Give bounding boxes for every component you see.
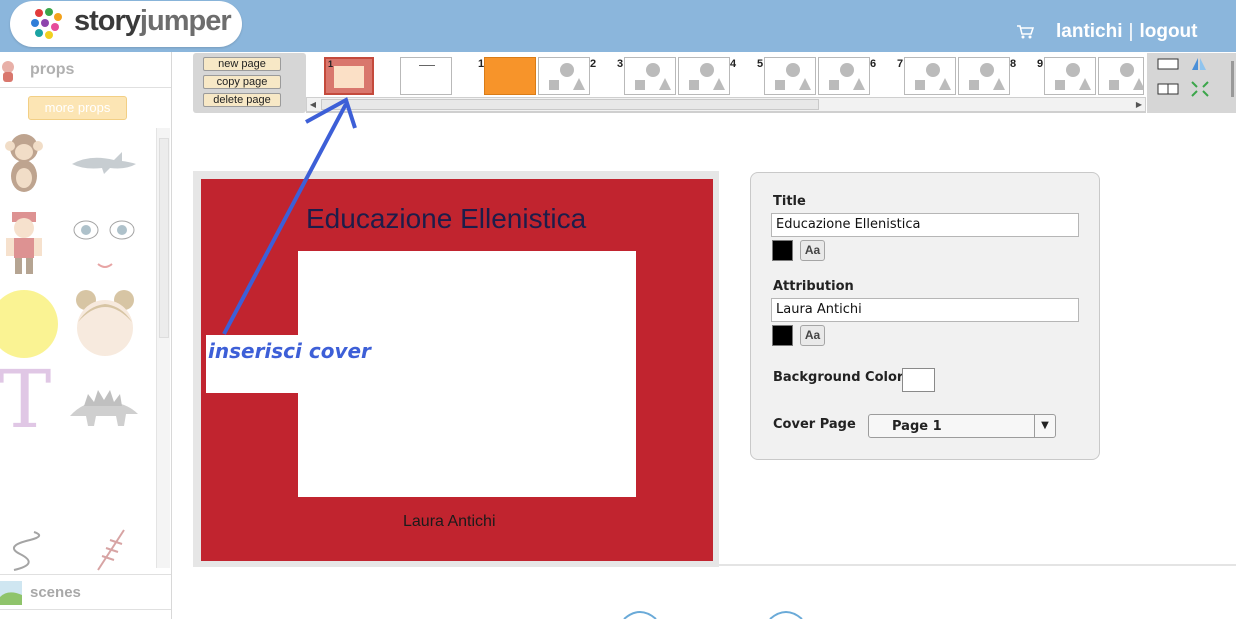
title-page-thumbnail[interactable] xyxy=(400,57,452,95)
page-number-3: 3 xyxy=(617,58,624,70)
scenes-section-header[interactable]: scenes xyxy=(0,574,171,610)
delete-page-button[interactable]: delete page xyxy=(203,93,281,107)
stitches-prop[interactable] xyxy=(94,528,128,572)
page-number-9: 9 xyxy=(1037,58,1044,70)
letter-t-prop[interactable]: T xyxy=(0,360,51,440)
cover-image-placeholder[interactable] xyxy=(298,251,636,497)
props-section-label: props xyxy=(30,61,75,78)
storyjumper-editor: storyjumper lantichi | logout props more p… xyxy=(0,0,1236,619)
props-scrollbar-thumb[interactable] xyxy=(159,138,169,338)
storyjumper-logo[interactable]: storyjumper xyxy=(10,1,242,47)
squiggle-prop[interactable] xyxy=(10,530,50,572)
shapes-placeholder-icon xyxy=(775,63,811,90)
attribution-input[interactable]: Laura Antichi xyxy=(771,298,1079,322)
logout-link[interactable]: logout xyxy=(1139,21,1197,42)
props-sidebar: props more props T scenes xyxy=(0,52,172,619)
copy-page-button[interactable]: copy page xyxy=(203,75,281,89)
logo-text: storyjumper xyxy=(74,5,232,38)
scenes-category-icon xyxy=(0,581,22,605)
scroll-right-arrow-icon[interactable]: ▶ xyxy=(1133,99,1145,110)
scroll-left-arrow-icon[interactable]: ◀ xyxy=(307,99,319,110)
view-tools-panel xyxy=(1147,53,1236,113)
attribution-font-button[interactable]: Aa xyxy=(800,325,825,346)
props-scrollbar[interactable] xyxy=(156,128,170,568)
background-color-swatch[interactable] xyxy=(902,368,935,392)
shapes-placeholder-icon xyxy=(689,63,725,90)
sun-prop[interactable] xyxy=(0,288,60,360)
chevron-down-icon[interactable]: ▼ xyxy=(1034,415,1055,437)
monkey-prop[interactable] xyxy=(2,130,46,198)
page-9-right-thumbnail[interactable] xyxy=(1098,57,1144,95)
props-grid: T xyxy=(0,128,150,619)
editor-divider xyxy=(719,564,1236,566)
more-props-button[interactable]: more props xyxy=(28,96,127,120)
title-input[interactable]: Educazione Ellenistica xyxy=(771,213,1079,237)
username-link[interactable]: lantichi xyxy=(1056,21,1123,42)
cover-page-select[interactable]: Page 1 ▼ xyxy=(868,414,1056,438)
shapes-placeholder-icon xyxy=(635,63,671,90)
logo-dots-icon xyxy=(31,8,62,39)
shapes-placeholder-icon xyxy=(1055,63,1091,90)
shapes-placeholder-icon xyxy=(969,63,1005,90)
top-header: storyjumper lantichi | logout xyxy=(0,0,1236,52)
shopping-cart-icon[interactable] xyxy=(1016,24,1034,40)
shapes-placeholder-icon xyxy=(915,63,951,90)
page-number-6: 6 xyxy=(870,58,877,70)
page-number-8: 8 xyxy=(1010,58,1017,70)
cover-title-text[interactable]: Educazione Ellenistica xyxy=(306,203,586,235)
bottom-nav-circle-right[interactable] xyxy=(766,610,806,619)
shark-prop[interactable] xyxy=(70,148,138,178)
title-color-swatch[interactable] xyxy=(772,240,793,261)
page-3-right-thumbnail[interactable] xyxy=(678,57,730,95)
shapes-placeholder-icon xyxy=(1109,63,1143,90)
cover-author-text[interactable]: Laura Antichi xyxy=(403,513,496,531)
nav-separator: | xyxy=(1128,21,1134,42)
bottom-nav-circle-left[interactable] xyxy=(620,610,660,619)
page-7-right-thumbnail[interactable] xyxy=(958,57,1010,95)
title-font-button[interactable]: Aa xyxy=(800,240,825,261)
logo-word-story: story xyxy=(74,5,141,37)
page-number-4: 4 xyxy=(730,58,737,70)
two-page-view-icon[interactable] xyxy=(1157,83,1179,95)
page-strip-scrollbar[interactable]: ◀ ▶ xyxy=(306,97,1146,112)
page-7-left-thumbnail[interactable] xyxy=(904,57,956,95)
title-label: Title xyxy=(773,194,806,209)
fit-screen-icon[interactable] xyxy=(1191,81,1209,97)
flip-icon[interactable] xyxy=(1191,57,1207,71)
page-number-7: 7 xyxy=(897,58,904,70)
zoom-slider[interactable] xyxy=(1231,61,1234,97)
girl-head-prop[interactable] xyxy=(72,288,138,358)
page-1-right-thumbnail[interactable] xyxy=(538,57,590,95)
props-section-header[interactable]: props xyxy=(0,52,171,88)
cover-thumbnail-number: 1 xyxy=(328,59,334,69)
attribution-label: Attribution xyxy=(773,279,854,294)
page-5-left-thumbnail[interactable] xyxy=(764,57,816,95)
scenes-section-label: scenes xyxy=(30,584,81,601)
background-color-label: Background Color xyxy=(773,370,904,385)
cover-thumbnail[interactable]: 1 xyxy=(324,57,374,95)
single-page-view-icon[interactable] xyxy=(1157,58,1179,70)
cartoon-eyes-prop[interactable] xyxy=(70,214,140,274)
shapes-placeholder-icon xyxy=(549,63,585,90)
page-number-2: 2 xyxy=(590,58,597,70)
page-5-right-thumbnail[interactable] xyxy=(818,57,870,95)
page-tools-panel: new page copy page delete page xyxy=(193,53,306,113)
page-9-left-thumbnail[interactable] xyxy=(1044,57,1096,95)
cover-page-label: Cover Page xyxy=(773,417,856,432)
logo-word-jumper: jumper xyxy=(139,5,232,37)
page-1-thumbnail[interactable] xyxy=(484,57,536,95)
stegosaurus-prop[interactable] xyxy=(66,380,142,430)
shapes-placeholder-icon xyxy=(829,63,865,90)
user-nav: lantichi | logout xyxy=(1056,21,1197,43)
page-number-5: 5 xyxy=(757,58,764,70)
page-strip-scrollbar-thumb[interactable] xyxy=(321,99,819,110)
cover-page-select-value: Page 1 xyxy=(892,419,942,434)
annotation-text: inserisci cover xyxy=(208,339,371,363)
props-category-icon xyxy=(2,61,14,82)
cover-properties-panel: Title Educazione Ellenistica Aa Attribut… xyxy=(750,172,1100,460)
page-3-left-thumbnail[interactable] xyxy=(624,57,676,95)
new-page-button[interactable]: new page xyxy=(203,57,281,71)
pirate-prop[interactable] xyxy=(2,210,46,276)
attribution-color-swatch[interactable] xyxy=(772,325,793,346)
